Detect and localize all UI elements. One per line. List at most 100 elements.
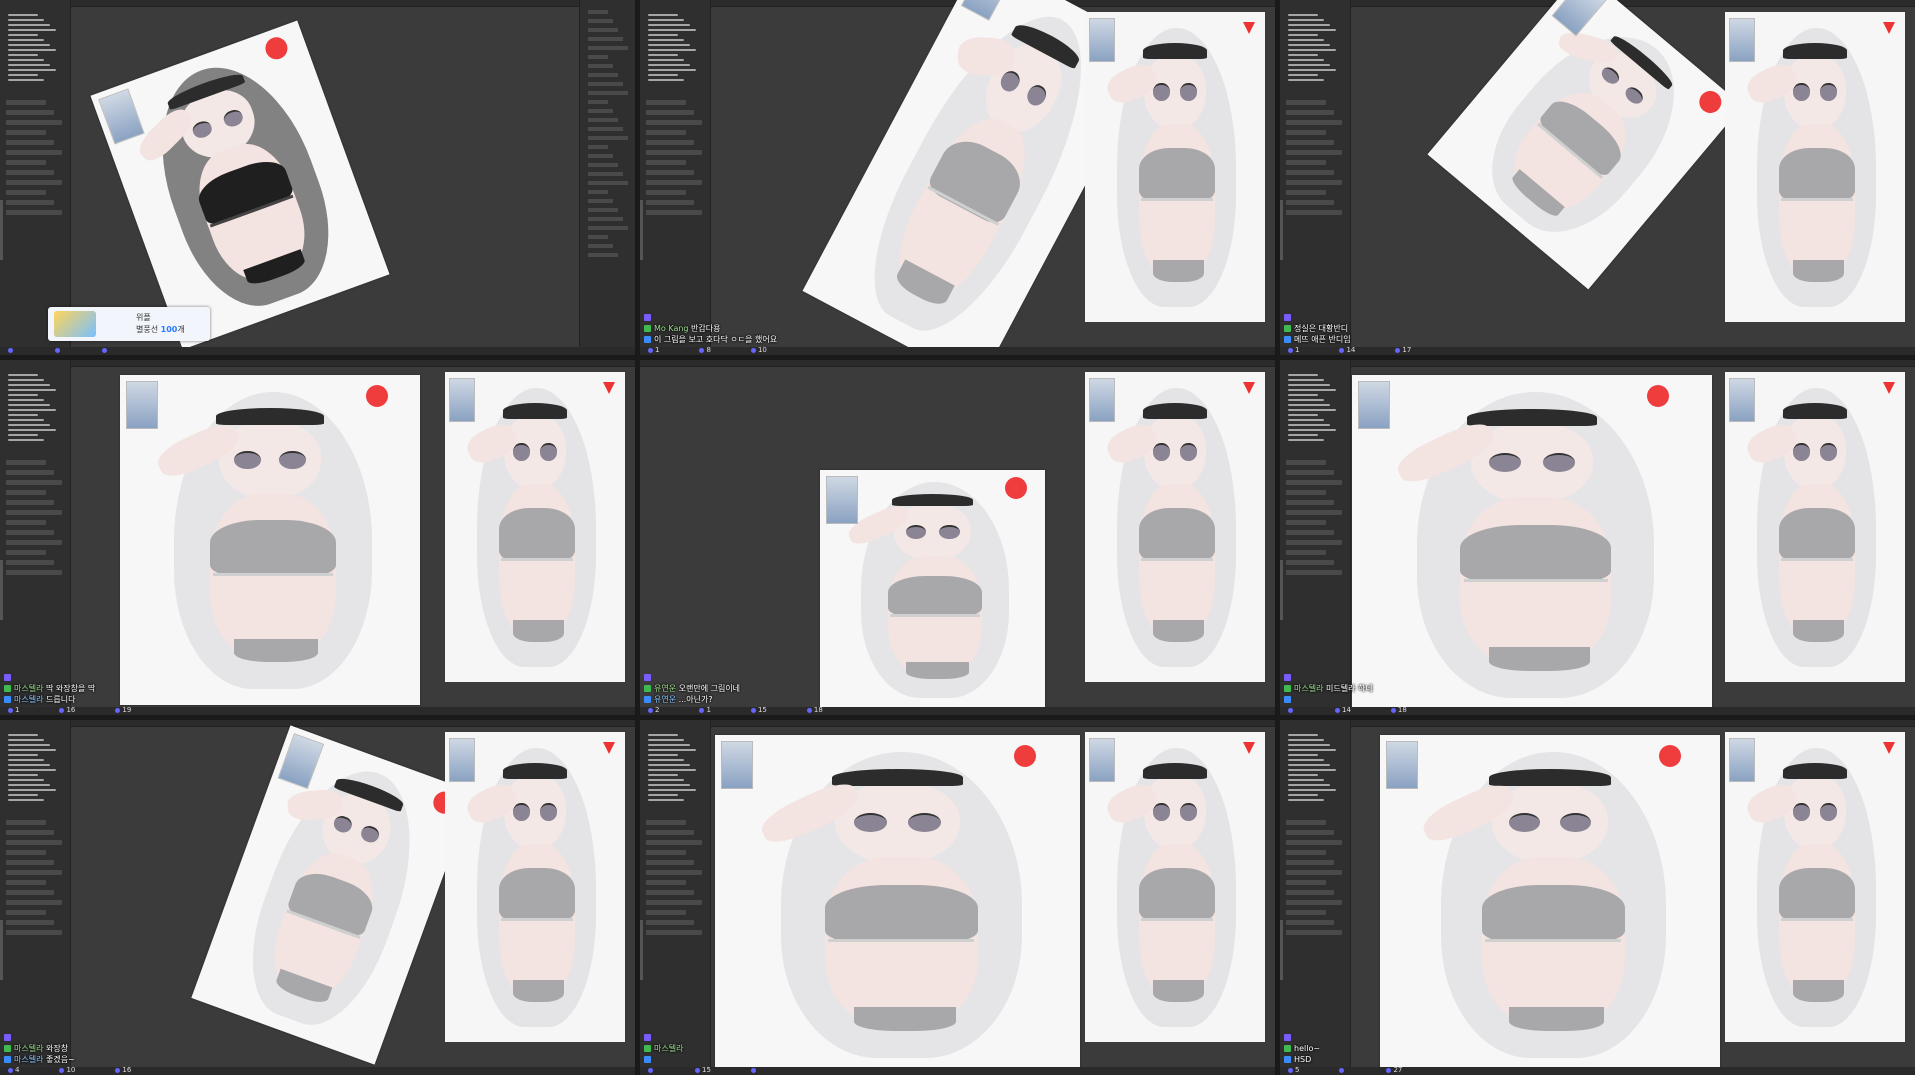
tool-property-row[interactable] [1286,460,1326,465]
tool-property-row[interactable] [646,150,702,155]
brush-icon[interactable] [1288,799,1324,801]
scrollbar[interactable] [1280,920,1283,980]
brush-icon[interactable] [648,759,684,761]
brush-icon[interactable] [648,799,684,801]
brush-icon[interactable] [1288,399,1324,401]
brush-icon[interactable] [8,74,38,76]
brush-icon[interactable] [8,779,44,781]
tool-property-row[interactable] [6,130,46,135]
brush-icon[interactable] [1288,744,1330,746]
brush-icon[interactable] [1288,754,1318,756]
tool-property-row[interactable] [6,520,46,525]
brush-icon[interactable] [1288,69,1336,71]
tool-property-row[interactable] [6,820,46,825]
tool-property-row[interactable] [6,180,62,185]
layer-row[interactable] [588,163,618,167]
tool-property-row[interactable] [6,570,62,575]
tool-property-row[interactable] [1286,840,1342,845]
brush-icon[interactable] [8,739,44,741]
tool-property-row[interactable] [1286,140,1334,145]
brush-icon[interactable] [8,39,44,41]
brush-icon[interactable] [648,784,690,786]
layer-row[interactable] [588,190,608,194]
brush-icon[interactable] [1288,29,1336,31]
brush-panel[interactable] [640,0,711,355]
tool-property-row[interactable] [646,930,702,935]
brush-icon[interactable] [648,79,684,81]
tool-property-row[interactable] [1286,920,1334,925]
tool-property-row[interactable] [1286,190,1326,195]
brush-icon[interactable] [1288,44,1330,46]
tool-property-row[interactable] [6,160,46,165]
menu-bar[interactable] [640,360,1275,367]
brush-icon[interactable] [8,744,50,746]
brush-icon[interactable] [1288,39,1324,41]
brush-icon[interactable] [648,734,678,736]
brush-icon[interactable] [648,29,696,31]
brush-icon[interactable] [1288,49,1336,51]
brush-icon[interactable] [1288,789,1336,791]
layer-row[interactable] [588,55,608,59]
layer-row[interactable] [588,127,623,131]
tool-property-row[interactable] [1286,100,1326,105]
brush-icon[interactable] [648,59,684,61]
tool-property-row[interactable] [1286,150,1342,155]
brush-icon[interactable] [8,759,44,761]
tool-property-row[interactable] [646,130,686,135]
tool-property-row[interactable] [646,880,686,885]
brush-icon[interactable] [1288,384,1330,386]
tool-property-row[interactable] [1286,130,1326,135]
layer-row[interactable] [588,73,618,77]
brush-icon[interactable] [1288,74,1318,76]
brush-icon[interactable] [8,394,38,396]
tool-property-row[interactable] [1286,520,1326,525]
brush-icon[interactable] [1288,774,1318,776]
brush-icon[interactable] [8,379,44,381]
brush-icon[interactable] [1288,414,1318,416]
brush-icon[interactable] [8,764,50,766]
brush-icon[interactable] [8,34,38,36]
scrollbar[interactable] [0,920,3,980]
tool-property-row[interactable] [646,110,694,115]
menu-bar[interactable] [1280,360,1915,367]
tool-property-row[interactable] [6,140,54,145]
layer-row[interactable] [588,253,618,257]
tool-property-row[interactable] [1286,860,1334,865]
tool-property-row[interactable] [6,850,46,855]
layer-row[interactable] [588,46,628,50]
layer-row[interactable] [588,154,613,158]
tool-property-row[interactable] [1286,930,1342,935]
drawing-canvas[interactable] [715,735,1080,1075]
tool-property-row[interactable] [6,480,62,485]
tool-property-row[interactable] [6,860,54,865]
tool-property-row[interactable] [1286,820,1326,825]
brush-icon[interactable] [648,749,696,751]
brush-icon[interactable] [8,754,38,756]
brush-icon[interactable] [648,74,678,76]
layer-row[interactable] [588,217,623,221]
layer-row[interactable] [588,100,608,104]
tool-property-row[interactable] [6,510,62,515]
layer-row[interactable] [588,37,623,41]
brush-icon[interactable] [648,54,678,56]
brush-icon[interactable] [8,774,38,776]
tool-property-row[interactable] [646,840,702,845]
menu-bar[interactable] [0,720,635,727]
tool-property-row[interactable] [646,200,694,205]
brush-icon[interactable] [8,389,56,391]
tool-property-row[interactable] [646,160,686,165]
brush-icon[interactable] [8,374,38,376]
scrollbar[interactable] [640,200,643,260]
brush-icon[interactable] [8,64,50,66]
menu-bar[interactable] [0,360,635,367]
drawing-canvas[interactable] [1380,735,1720,1075]
brush-icon[interactable] [648,44,690,46]
layer-row[interactable] [588,10,608,14]
tool-property-row[interactable] [6,870,62,875]
brush-icon[interactable] [8,49,56,51]
menu-bar[interactable] [1280,720,1915,727]
brush-icon[interactable] [1288,34,1318,36]
tool-property-row[interactable] [1286,880,1326,885]
brush-icon[interactable] [8,424,50,426]
layer-row[interactable] [588,118,618,122]
